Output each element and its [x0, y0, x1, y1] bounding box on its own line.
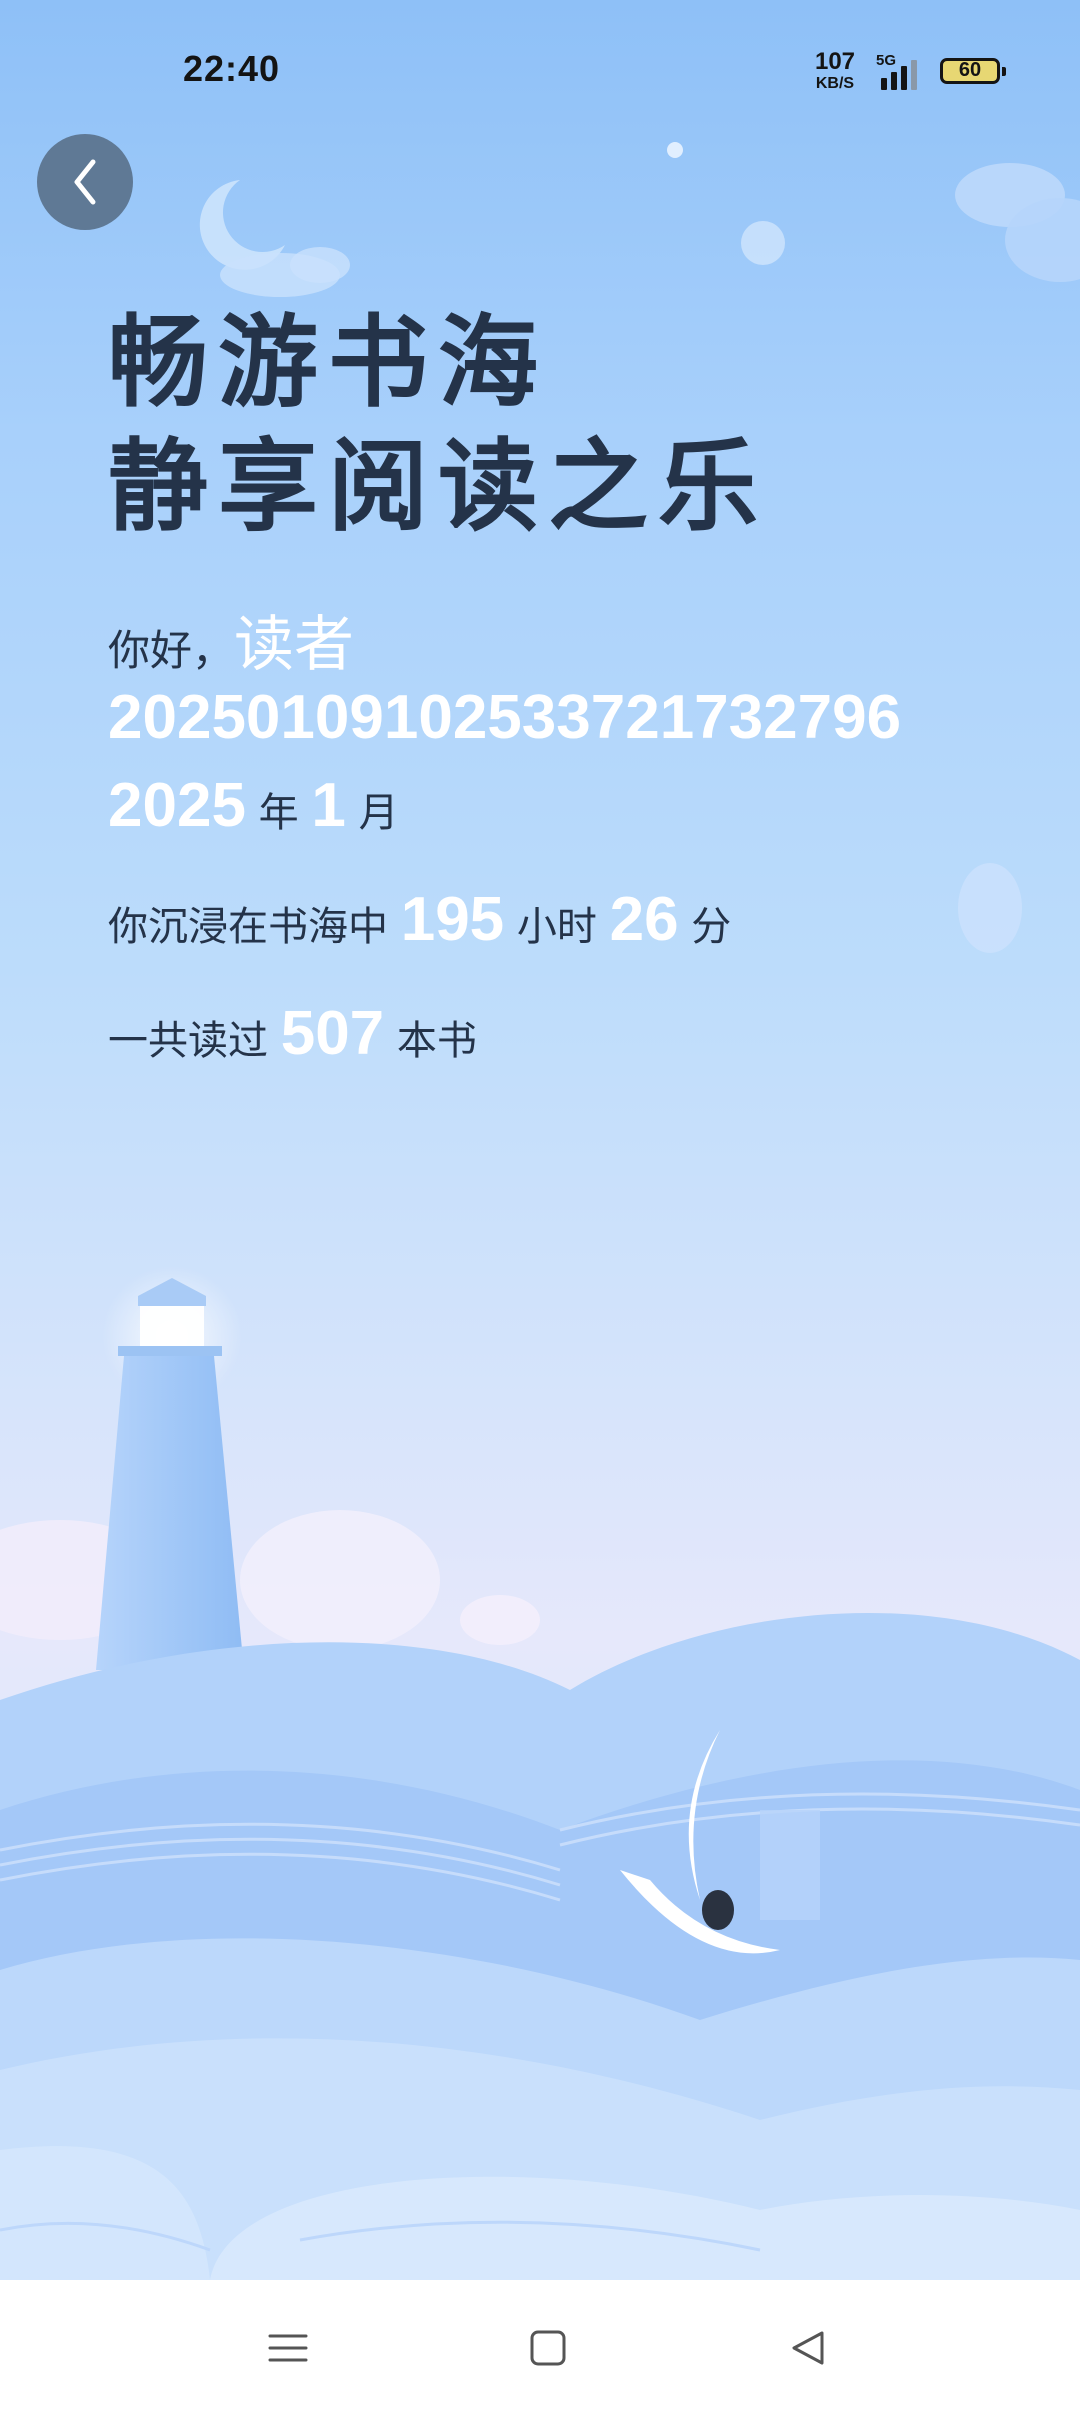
bubble-decoration-large — [958, 863, 1022, 953]
greeting-prefix: 你好， — [108, 626, 235, 675]
bubble-decoration — [741, 221, 785, 265]
system-nav-bar — [0, 2280, 1080, 2412]
books-read-stat: 一共读过 507 本书 — [108, 998, 477, 1069]
book-sea-illustration — [0, 1266, 1080, 2280]
period-month: 1 — [311, 771, 346, 840]
battery-level: 60 — [958, 59, 982, 81]
network-type-label: 5G — [876, 52, 897, 69]
reading-hours: 195 — [400, 885, 505, 954]
reading-minutes: 26 — [609, 885, 679, 954]
nav-menu-button[interactable] — [258, 2318, 318, 2378]
nav-back-button[interactable] — [778, 2318, 838, 2378]
period-year-unit: 年 — [258, 790, 299, 836]
books-unit: 本书 — [396, 1018, 477, 1064]
nav-home-button[interactable] — [518, 2318, 578, 2378]
net-speed-value: 107 — [814, 48, 856, 75]
reading-time-prefix: 你沉浸在书海中 — [108, 904, 388, 950]
reading-time-stat: 你沉浸在书海中 195 小时 26 分 — [108, 884, 731, 955]
net-speed-indicator: 107 KB/S — [810, 50, 860, 92]
status-time: 22:40 — [183, 48, 281, 89]
back-button[interactable] — [37, 134, 133, 230]
signal-icon: 5G — [873, 52, 925, 90]
cloud-decoration-right — [955, 163, 1080, 282]
back-triangle-icon — [792, 2331, 824, 2365]
books-count: 507 — [280, 999, 385, 1068]
period-month-unit: 月 — [358, 790, 399, 836]
chevron-left-icon — [74, 159, 96, 205]
menu-icon — [268, 2334, 308, 2362]
net-speed-unit: KB/S — [815, 75, 855, 92]
home-square-icon — [530, 2330, 566, 2366]
books-prefix: 一共读过 — [108, 1018, 268, 1064]
greeting: 你好，读者 20250109102533721732796 — [108, 596, 901, 749]
slogan-line-2: 静享阅读之乐 — [108, 427, 768, 545]
moon-cloud-decoration — [199, 180, 350, 297]
reader-label: 读者 — [234, 610, 355, 680]
star-decoration — [667, 142, 683, 158]
reading-minutes-unit: 分 — [691, 904, 732, 950]
reader-id: 20250109102533721732796 — [108, 683, 902, 752]
page-title: 畅游书海 静享阅读之乐 — [108, 300, 768, 548]
report-period: 2025 年 1 月 — [108, 770, 399, 841]
reading-hours-unit: 小时 — [516, 904, 597, 950]
slogan-line-1: 畅游书海 — [108, 303, 548, 421]
status-bar: 22:40 107 KB/S 5G 60 — [0, 0, 1080, 140]
battery-icon: 60 — [940, 58, 1006, 84]
period-year: 2025 — [108, 771, 246, 840]
